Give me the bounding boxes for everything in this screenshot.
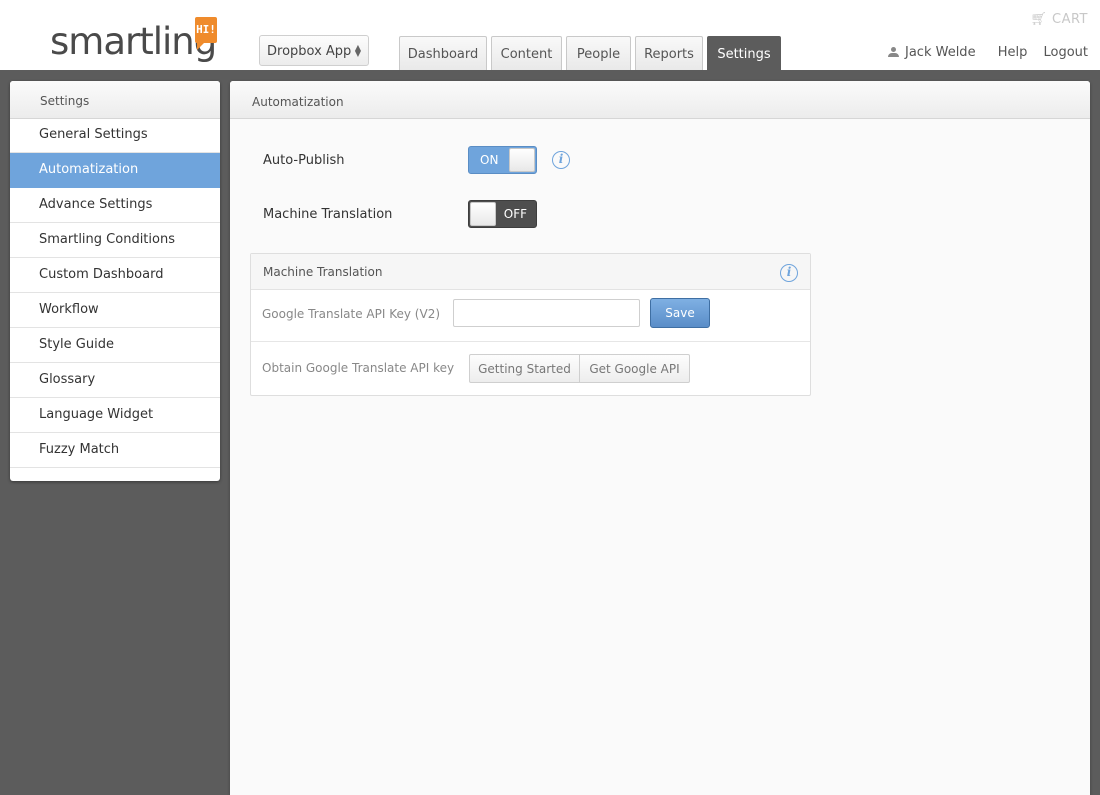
- toggle-knob: [470, 202, 496, 226]
- mt-info-icon[interactable]: i: [780, 264, 798, 282]
- help-link[interactable]: Help: [998, 45, 1028, 60]
- auto-publish-label: Auto-Publish: [263, 153, 345, 168]
- logout-link[interactable]: Logout: [1043, 45, 1088, 60]
- tab-content[interactable]: Content: [491, 36, 562, 70]
- auto-publish-toggle[interactable]: ON: [468, 146, 537, 174]
- sidebar-item-custom-dashboard[interactable]: Custom Dashboard: [10, 258, 220, 293]
- sidebar-item-advance-settings[interactable]: Advance Settings: [10, 188, 220, 223]
- sidebar-item-fuzzy-match[interactable]: Fuzzy Match: [10, 433, 220, 468]
- sidebar-item-automatization[interactable]: Automatization: [10, 153, 220, 188]
- machine-translation-state: OFF: [503, 207, 527, 221]
- sidebar-item-workflow[interactable]: Workflow: [10, 293, 220, 328]
- logo-speech-bubble-icon: HI!: [195, 17, 217, 50]
- get-google-api-button[interactable]: Get Google API: [579, 354, 690, 383]
- top-header: smartling HI! Dropbox App ▲ ▼ Dashboard C…: [0, 0, 1100, 70]
- machine-translation-toggle[interactable]: OFF: [468, 200, 537, 228]
- cart-label: CART: [1052, 12, 1088, 27]
- save-button[interactable]: Save: [650, 298, 710, 328]
- cart-link[interactable]: 🛒︎ CART: [1030, 12, 1088, 27]
- obtain-api-key-label: Obtain Google Translate API key: [262, 361, 455, 375]
- project-select-value: Dropbox App: [267, 44, 352, 59]
- tab-dashboard[interactable]: Dashboard: [399, 36, 487, 70]
- user-name: Jack Welde: [905, 45, 976, 60]
- user-menu[interactable]: Jack Welde: [888, 45, 976, 60]
- toggle-knob: [509, 148, 535, 172]
- tab-people[interactable]: People: [566, 36, 631, 70]
- auto-publish-info-icon[interactable]: i: [552, 151, 570, 169]
- mt-box-title: Machine Translation: [263, 265, 383, 279]
- auto-publish-state: ON: [480, 153, 499, 167]
- select-arrows-icon: ▲ ▼: [354, 43, 361, 58]
- cart-icon: 🛒︎: [1030, 12, 1048, 27]
- api-key-label: Google Translate API Key (V2): [262, 307, 441, 321]
- sidebar-item-glossary[interactable]: Glossary: [10, 363, 220, 398]
- sidebar-item-general-settings[interactable]: General Settings: [10, 119, 220, 153]
- api-key-input[interactable]: [453, 299, 640, 327]
- tab-reports[interactable]: Reports: [635, 36, 703, 70]
- main-panel: Automatization Auto-Publish ON i Machine…: [230, 81, 1090, 795]
- machine-translation-label: Machine Translation: [263, 207, 393, 222]
- sidebar-item-smartling-conditions[interactable]: Smartling Conditions: [10, 223, 220, 258]
- sidebar-item-language-widget[interactable]: Language Widget: [10, 398, 220, 433]
- page-title: Automatization: [230, 81, 1090, 119]
- mt-box-header: Machine Translation i: [251, 254, 810, 290]
- getting-started-button[interactable]: Getting Started: [469, 354, 580, 383]
- sidebar-item-style-guide[interactable]: Style Guide: [10, 328, 220, 363]
- machine-translation-box: Machine Translation i Google Translate A…: [250, 253, 811, 396]
- user-links: Jack Welde Help Logout: [888, 45, 1088, 60]
- settings-sidebar: Settings General Settings Automatization…: [10, 81, 220, 481]
- tab-settings[interactable]: Settings: [707, 36, 781, 70]
- logo-text: smartling: [50, 20, 217, 63]
- user-icon: [888, 47, 899, 57]
- project-select[interactable]: Dropbox App ▲ ▼: [259, 35, 369, 66]
- sidebar-title: Settings: [10, 81, 220, 119]
- api-key-row: Google Translate API Key (V2) Save: [251, 290, 810, 342]
